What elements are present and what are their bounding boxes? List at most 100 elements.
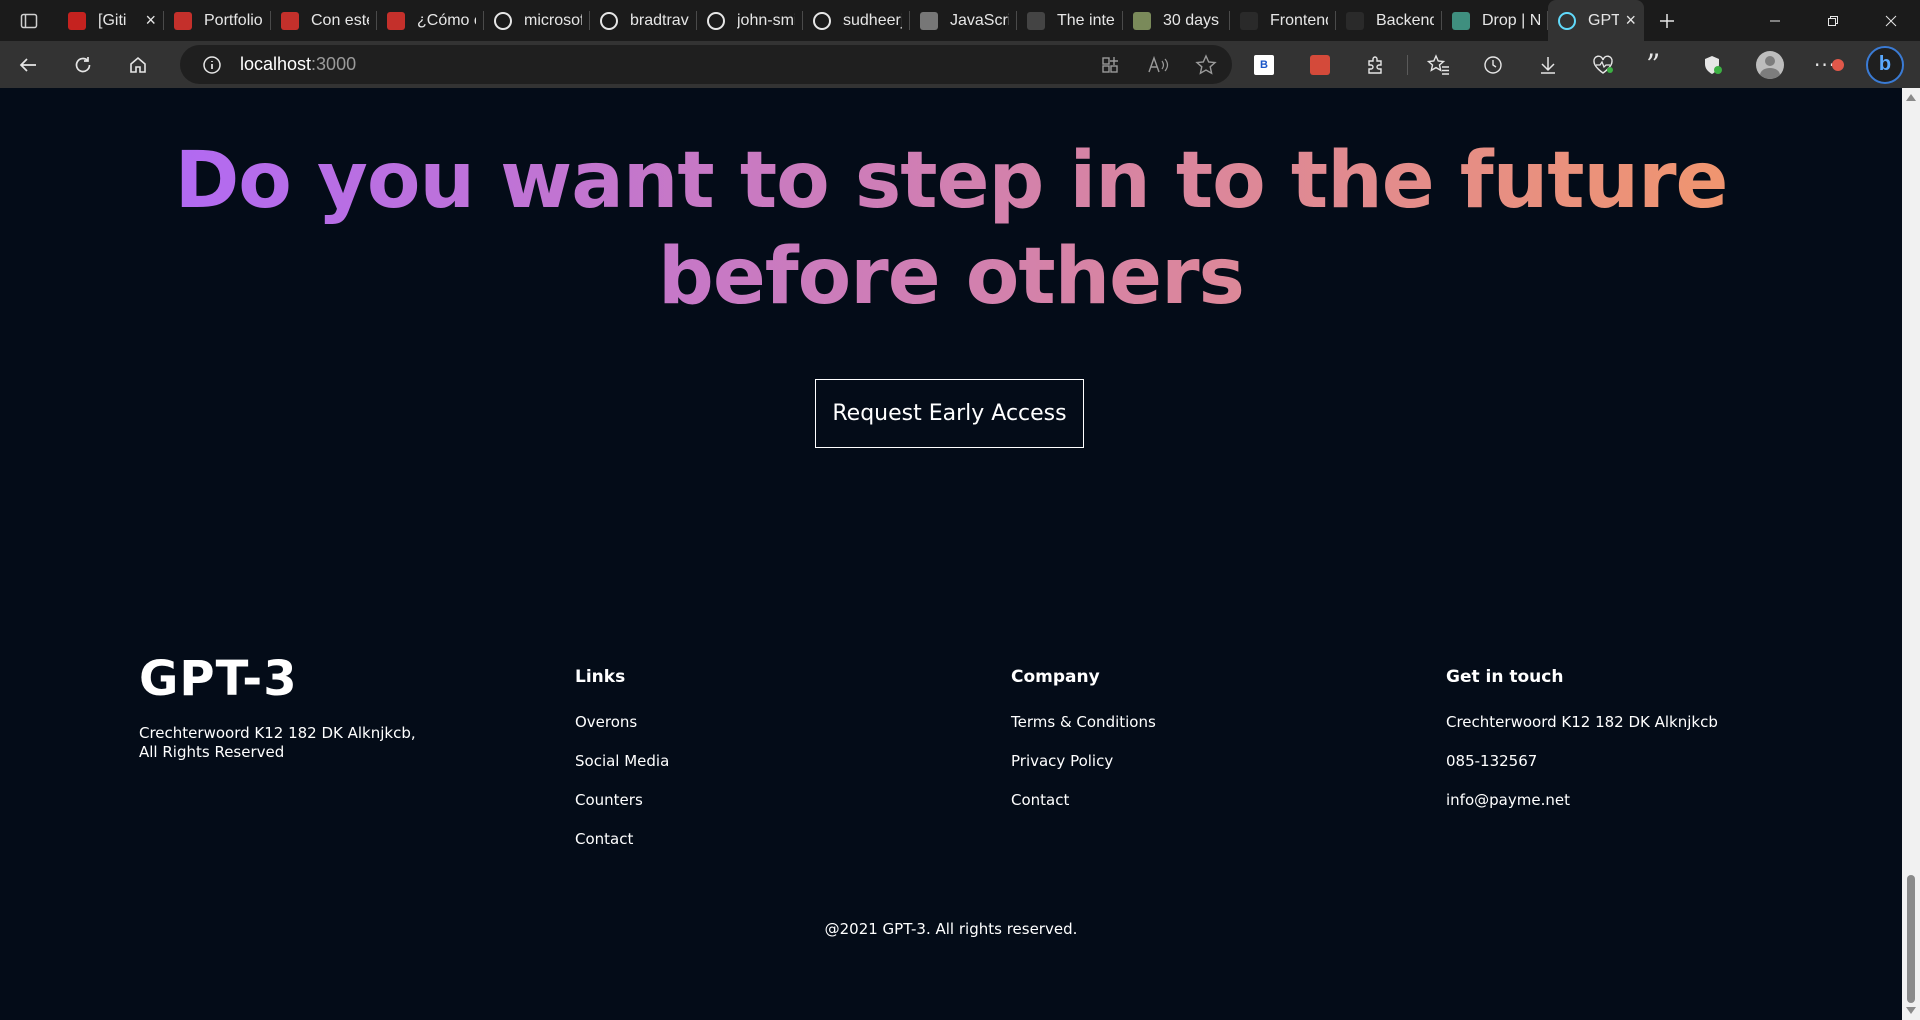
r-icon — [1346, 11, 1364, 30]
tab-2[interactable]: Portfolio — [164, 0, 271, 41]
tab-8[interactable]: sudheerj — [803, 0, 910, 41]
favorites-button[interactable] — [1427, 41, 1451, 88]
tab-11[interactable]: 30 days c — [1123, 0, 1230, 41]
browser-toolbar: localhost:3000 — [0, 41, 1920, 88]
youtube-icon — [281, 11, 299, 30]
tab-strip: [Giti × Portfolio Con este ¿Cómo c microsof br… — [58, 0, 1644, 41]
tab-7[interactable]: john-smi — [697, 0, 803, 41]
footer: GPT-3 Crechterwoord K12 182 DK Alknjkcb,… — [0, 88, 1902, 1020]
bug-extension-icon — [1310, 54, 1330, 75]
tab-title: [Giti — [98, 11, 127, 29]
tab-4[interactable]: ¿Cómo c — [377, 0, 484, 41]
minimize-button[interactable] — [1746, 0, 1804, 41]
tab-14[interactable]: Drop | N — [1442, 0, 1548, 41]
contact-email[interactable]: info@payme.net — [1446, 789, 1718, 828]
extension-b-button[interactable]: B — [1254, 41, 1274, 88]
page-scrollbar[interactable] — [1902, 88, 1920, 1020]
footer-link[interactable]: Privacy Policy — [1011, 750, 1156, 789]
avatar — [1756, 50, 1784, 79]
profile-button[interactable] — [1756, 41, 1784, 88]
extension-red-button[interactable] — [1310, 41, 1330, 88]
quotes-button[interactable]: ” — [1646, 41, 1660, 88]
heartbeat-icon — [1593, 54, 1613, 74]
refresh-button[interactable] — [55, 41, 110, 88]
footer-column-links: Links Overons Social Media Counters Cont… — [575, 667, 669, 867]
footer-link[interactable]: Social Media — [575, 750, 669, 789]
tab-title: The inter — [1057, 11, 1115, 29]
toolbar-divider — [1407, 41, 1408, 88]
tab-13[interactable]: Backend — [1336, 0, 1442, 41]
tab-12[interactable]: Frontend — [1230, 0, 1336, 41]
download-icon — [1541, 56, 1555, 74]
tab-title: Con este — [311, 11, 369, 29]
tab-actions-button[interactable] — [0, 0, 58, 41]
back-arrow-icon — [19, 57, 36, 72]
back-button[interactable] — [0, 41, 55, 88]
refresh-icon — [75, 56, 90, 72]
gmail-icon — [68, 11, 86, 30]
scrollbar-thumb[interactable] — [1907, 875, 1915, 1003]
footer-column-title: Links — [575, 667, 626, 687]
site-info-icon[interactable] — [200, 53, 224, 77]
tab-title: Frontend — [1270, 11, 1328, 29]
tab-3[interactable]: Con este — [271, 0, 377, 41]
copilot-button[interactable]: b — [1866, 41, 1904, 88]
github-icon — [813, 11, 831, 30]
tab-5[interactable]: microsof — [484, 0, 590, 41]
footer-column-title: Get in touch — [1446, 667, 1564, 687]
app-available-icon[interactable] — [1098, 53, 1122, 77]
security-button[interactable] — [1701, 41, 1725, 88]
footer-link[interactable]: Overons — [575, 711, 669, 750]
close-window-button[interactable] — [1862, 0, 1920, 41]
tab-title: Backend — [1376, 11, 1434, 29]
restore-icon — [1828, 15, 1838, 26]
favorite-star-icon[interactable] — [1194, 53, 1218, 77]
u-icon — [1027, 11, 1045, 30]
address-bar[interactable]: localhost:3000 — [180, 45, 1232, 84]
scroll-down-arrow-icon[interactable] — [1906, 1007, 1916, 1014]
url-port: :3000 — [311, 54, 357, 74]
tab-title: microsof — [524, 11, 582, 29]
window-controls — [1746, 0, 1920, 41]
url-text[interactable]: localhost:3000 — [240, 54, 356, 75]
history-button[interactable] — [1482, 41, 1504, 88]
tab-15[interactable]: GPT- × — [1548, 0, 1644, 41]
restore-button[interactable] — [1804, 0, 1862, 41]
footer-link[interactable]: Terms & Conditions — [1011, 711, 1156, 750]
page-viewport: Do you want to step in to the future bef… — [0, 88, 1902, 1020]
home-button[interactable] — [110, 41, 165, 88]
youtube-icon — [174, 11, 192, 30]
b-extension-icon: B — [1254, 54, 1274, 75]
tab-bar: [Giti × Portfolio Con este ¿Cómo c microsof br… — [0, 0, 1920, 41]
quote-icon: ” — [1646, 47, 1661, 81]
extensions-button[interactable] — [1365, 41, 1387, 88]
tab-10[interactable]: The inter — [1017, 0, 1123, 41]
tab-title: 30 days c — [1163, 11, 1222, 29]
tab-6[interactable]: bradtrav — [590, 0, 697, 41]
scroll-up-arrow-icon[interactable] — [1906, 94, 1916, 101]
settings-more-button[interactable]: ··· — [1814, 41, 1845, 88]
tab-9[interactable]: JavaScrip — [910, 0, 1017, 41]
read-aloud-icon[interactable] — [1146, 53, 1170, 77]
footer-column-company: Company Terms & Conditions Privacy Polic… — [1011, 667, 1156, 828]
close-tab-icon[interactable]: × — [1625, 10, 1636, 31]
new-tab-button[interactable] — [1644, 0, 1690, 41]
youtube-icon — [387, 11, 405, 30]
history-icon — [1484, 55, 1502, 74]
footer-address: Crechterwoord K12 182 DK Alknjkcb, All R… — [139, 724, 416, 761]
contact-address: Crechterwoord K12 182 DK Alknjkcb — [1446, 713, 1718, 731]
tab-1[interactable]: [Giti × — [58, 0, 164, 41]
close-icon — [1885, 15, 1897, 26]
footer-link[interactable]: Contact — [575, 828, 669, 867]
footer-logo: GPT-3 — [139, 651, 298, 707]
close-tab-icon[interactable]: × — [145, 10, 156, 31]
footer-link[interactable]: Contact — [1011, 789, 1156, 828]
github-icon — [494, 11, 512, 30]
react-icon — [1558, 11, 1576, 30]
footer-link[interactable]: Counters — [575, 789, 669, 828]
downloads-button[interactable] — [1537, 41, 1559, 88]
tab-title: Portfolio — [204, 11, 263, 29]
shield-icon — [1705, 55, 1722, 74]
browser-essentials-button[interactable] — [1591, 41, 1615, 88]
footer-column-get-in-touch: Get in touch Crechterwoord K12 182 DK Al… — [1446, 667, 1718, 828]
